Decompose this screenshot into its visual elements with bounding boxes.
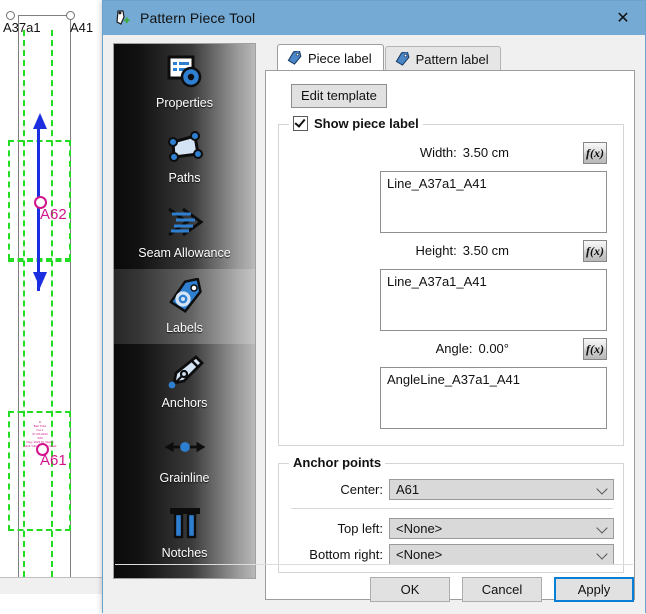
canvas-bottom-strip	[0, 577, 104, 594]
chevron-down-icon	[596, 483, 607, 494]
sidebar-item-grainline[interactable]: Grainline	[114, 419, 255, 494]
sidebar-label-labels: Labels	[166, 321, 203, 335]
angle-label: Angle:	[436, 341, 473, 356]
show-piece-label-group: Show piece label Width: 3.50 cm f(x) Lin…	[278, 124, 624, 446]
notches-icon	[162, 500, 208, 544]
height-value: 3.50 cm	[463, 243, 509, 258]
sidebar-label-properties: Properties	[156, 96, 213, 110]
grainline-arrow-up-icon	[33, 113, 47, 129]
point-label-a41: A41	[70, 20, 93, 35]
tab-pattern-label[interactable]: Pattern label	[385, 46, 501, 71]
anchors-icon	[162, 350, 208, 394]
anchor-label-a62: A62	[40, 206, 67, 223]
tab-piece-label[interactable]: Piece label	[277, 44, 384, 71]
properties-icon	[162, 50, 208, 94]
dialog-button-row: OK Cancel Apply	[103, 577, 646, 602]
bottom-right-label: Bottom right:	[309, 547, 383, 562]
angle-formula-input[interactable]: AngleLine_A37a1_A41	[380, 367, 607, 429]
top-left-label-row: Top left:	[279, 521, 383, 536]
settings-panel: Piece label Pattern label Edit template	[265, 43, 635, 600]
top-left-anchor-select[interactable]: <None>	[389, 518, 614, 539]
anchor-label-a61: A61	[40, 452, 67, 469]
center-label-row: Center:	[279, 482, 383, 497]
height-formula-input[interactable]: Line_A37a1_A41	[380, 269, 607, 331]
tab-label-pattern-label: Pattern label	[416, 52, 489, 67]
center-anchor-select[interactable]: A61	[389, 479, 614, 500]
height-formula-button[interactable]: f(x)	[583, 240, 607, 262]
show-piece-label-title: Show piece label	[289, 116, 423, 131]
close-icon[interactable]: ✕	[601, 1, 645, 35]
sidebar-label-anchors: Anchors	[162, 396, 208, 410]
seam-allowance-icon	[162, 200, 208, 244]
height-label: Height:	[416, 243, 457, 258]
top-left-anchor-value: <None>	[396, 521, 442, 536]
dialog-body: Properties Paths	[103, 35, 645, 614]
anchor-points-title: Anchor points	[289, 455, 385, 470]
sidebar-item-anchors[interactable]: Anchors	[114, 344, 255, 419]
tab-panel-piece-label: Edit template Show piece label Width: 3.…	[265, 70, 635, 600]
pattern-piece-tool-dialog: Pattern Piece Tool ✕ Properties	[102, 0, 646, 613]
dialog-title: Pattern Piece Tool	[140, 10, 255, 26]
anchor-points-group: Anchor points Center: A61 Top left: <Non…	[278, 463, 624, 573]
tag-icon	[395, 52, 410, 66]
button-row-divider	[115, 564, 633, 565]
tag-icon	[287, 51, 302, 65]
sidebar-label-notches: Notches	[162, 546, 208, 560]
tab-label-piece-label: Piece label	[308, 51, 372, 66]
node-a41[interactable]	[66, 11, 75, 20]
grainline-arrow-down-icon	[33, 272, 47, 288]
width-label: Width:	[420, 145, 457, 160]
angle-formula-button[interactable]: f(x)	[583, 338, 607, 360]
show-piece-label-checkbox[interactable]	[293, 116, 308, 131]
tool-sidebar[interactable]: Properties Paths	[113, 43, 256, 579]
pattern-piece-tool-icon	[112, 8, 132, 28]
cancel-button[interactable]: Cancel	[462, 577, 542, 602]
angle-field-row: Angle: 0.00°	[279, 341, 509, 356]
width-field-row: Width: 3.50 cm	[279, 145, 509, 160]
dialog-titlebar[interactable]: Pattern Piece Tool ✕	[103, 1, 645, 35]
bottom-right-anchor-value: <None>	[396, 547, 442, 562]
center-anchor-value: A61	[396, 482, 419, 497]
node-a37a1[interactable]	[6, 11, 15, 20]
center-label: Center:	[340, 482, 383, 497]
sidebar-label-grainline: Grainline	[159, 471, 209, 485]
point-label-a37a1: A37a1	[3, 20, 41, 35]
ok-button[interactable]: OK	[370, 577, 450, 602]
bottom-right-label-row: Bottom right:	[279, 547, 383, 562]
width-value: 3.50 cm	[463, 145, 509, 160]
chevron-down-icon	[596, 522, 607, 533]
edit-template-button[interactable]: Edit template	[291, 84, 387, 108]
height-field-row: Height: 3.50 cm	[279, 243, 509, 258]
width-formula-input[interactable]: Line_A37a1_A41	[380, 171, 607, 233]
pattern-canvas[interactable]: A37a1 A41 A62 D Bell Tube Cut 1 07-05-20…	[0, 0, 104, 594]
anchor-divider	[291, 508, 613, 509]
sidebar-item-paths[interactable]: Paths	[114, 119, 255, 194]
paths-icon	[162, 125, 208, 169]
angle-value: 0.00°	[478, 341, 509, 356]
tab-strip: Piece label Pattern label	[265, 43, 635, 71]
sidebar-item-properties[interactable]: Properties	[114, 44, 255, 119]
top-left-label: Top left:	[337, 521, 383, 536]
sidebar-label-seam-allowance: Seam Allowance	[138, 246, 230, 260]
width-formula-button[interactable]: f(x)	[583, 142, 607, 164]
grainline-icon	[162, 425, 208, 469]
apply-button[interactable]: Apply	[554, 577, 634, 602]
labels-icon	[162, 275, 208, 319]
chevron-down-icon	[596, 548, 607, 559]
sidebar-item-seam-allowance[interactable]: Seam Allowance	[114, 194, 255, 269]
show-piece-label-text: Show piece label	[314, 116, 419, 131]
sidebar-item-notches[interactable]: Notches	[114, 494, 255, 569]
sidebar-label-paths: Paths	[169, 171, 201, 185]
bottom-right-anchor-select[interactable]: <None>	[389, 544, 614, 565]
sidebar-item-labels[interactable]: Labels	[114, 269, 255, 344]
